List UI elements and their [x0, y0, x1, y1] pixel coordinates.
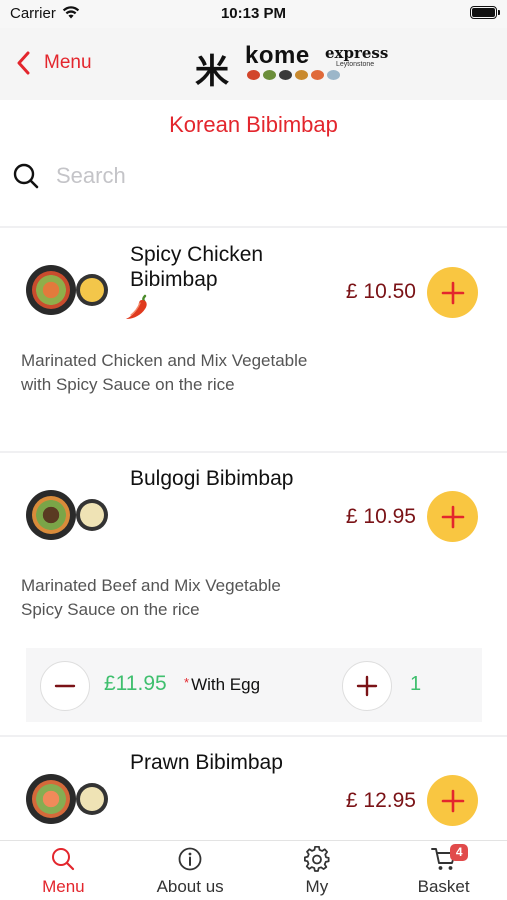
- item-price: £ 10.50: [345, 280, 416, 303]
- plus-icon: [441, 281, 464, 304]
- tab-label: Menu: [42, 877, 85, 896]
- tab-label: My: [305, 877, 329, 896]
- category-title: Korean Bibimbap: [169, 112, 338, 137]
- add-to-basket-button[interactable]: [427, 267, 478, 318]
- tab-bar: Menu About us My 4 Basket: [0, 840, 507, 900]
- item-description: Marinated Beef and Mix Vegetable Spicy S…: [21, 576, 281, 619]
- logo-location: Leytonstone: [336, 61, 375, 68]
- tab-about-us[interactable]: About us: [127, 841, 254, 900]
- plus-icon: [441, 789, 464, 812]
- dish-thumbnail: [26, 774, 108, 824]
- menu-item[interactable]: Spicy Chicken Bibimbap £ 10.50 Marinated…: [0, 228, 507, 450]
- item-name: Spicy Chicken Bibimbap: [130, 243, 264, 291]
- tab-menu[interactable]: Menu: [0, 841, 127, 900]
- option-price: £11.95: [104, 672, 167, 695]
- add-to-basket-button[interactable]: [427, 775, 478, 826]
- gear-icon: [303, 846, 330, 872]
- plus-icon: [441, 505, 464, 528]
- item-price: £ 12.95: [345, 789, 416, 812]
- tab-my[interactable]: My: [254, 841, 381, 900]
- item-description: Marinated Chicken and Mix Vegetable with…: [21, 351, 308, 394]
- search-bar: [12, 160, 492, 192]
- back-label: Menu: [44, 52, 92, 73]
- search-icon: [52, 848, 75, 871]
- plus-icon: [356, 675, 378, 697]
- basket-count-badge: 4: [450, 844, 469, 861]
- tab-basket[interactable]: 4 Basket: [380, 841, 507, 900]
- add-to-basket-button[interactable]: [427, 491, 478, 542]
- search-icon: [13, 163, 39, 189]
- option-label: * With Egg: [184, 675, 261, 694]
- logo-brand: kome: [245, 42, 310, 69]
- item-name: Prawn Bibimbap: [130, 751, 283, 774]
- increase-quantity-button[interactable]: [342, 661, 392, 711]
- dish-thumbnail: [26, 265, 108, 315]
- item-option-row: £11.95 * With Egg 1: [26, 648, 482, 722]
- status-time: 10:13 PM: [220, 5, 287, 22]
- minus-icon: [54, 684, 76, 688]
- brand-logo: 米 kome express Leytonstone: [193, 42, 389, 92]
- back-button[interactable]: Menu: [16, 48, 92, 78]
- chevron-left-icon: [17, 51, 30, 75]
- info-icon: [178, 847, 202, 871]
- required-star: *: [184, 675, 190, 690]
- decrease-quantity-button[interactable]: [40, 661, 90, 711]
- logo-express: express: [325, 44, 389, 62]
- logo-kanji: 米: [195, 52, 229, 92]
- chili-pepper-icon: [126, 294, 147, 319]
- logo-dishes-illustration: [247, 70, 340, 80]
- search-input[interactable]: [56, 163, 456, 189]
- dish-thumbnail: [26, 490, 108, 540]
- item-price: £ 10.95: [345, 505, 416, 528]
- battery-icon: [470, 6, 500, 19]
- menu-item[interactable]: Prawn Bibimbap £ 12.95: [0, 737, 507, 840]
- nav-bar: Menu 米 kome express Leytonstone: [0, 28, 507, 100]
- item-name: Bulgogi Bibimbap: [130, 467, 294, 490]
- tab-label: Basket: [417, 877, 470, 896]
- option-quantity: 1: [410, 673, 422, 695]
- tab-label: About us: [156, 877, 224, 896]
- status-bar: Carrier 10:13 PM: [0, 0, 507, 28]
